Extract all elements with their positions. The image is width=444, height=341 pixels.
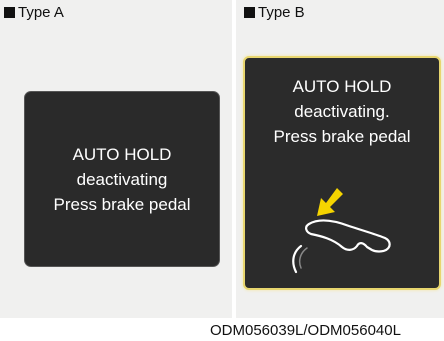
brake-pedal-icon [292,188,391,274]
type-b-line-2: deactivating. [294,102,390,121]
type-a-display: AUTO HOLD deactivating Press brake pedal [24,91,220,267]
type-a-heading: Type A [4,4,64,21]
type-b-message: AUTO HOLD deactivating. Press brake peda… [245,74,439,149]
bullet-square-icon [4,7,15,18]
type-a-line-3: Press brake pedal [53,194,191,214]
type-b-display: AUTO HOLD deactivating. Press brake peda… [243,56,441,290]
bullet-square-icon [244,7,255,18]
figure-caption: ODM056039L/ODM056040L [210,322,401,339]
type-b-label: Type B [258,4,305,21]
type-a-label: Type A [18,4,64,21]
press-arrow-icon [317,188,343,216]
type-b-heading: Type B [244,4,305,21]
type-a-line-2: deactivating [76,169,168,189]
type-b-line-3: Press brake pedal [273,127,411,146]
type-b-line-1: AUTO HOLD [292,77,392,96]
type-a-line-1: AUTO HOLD [72,144,172,164]
